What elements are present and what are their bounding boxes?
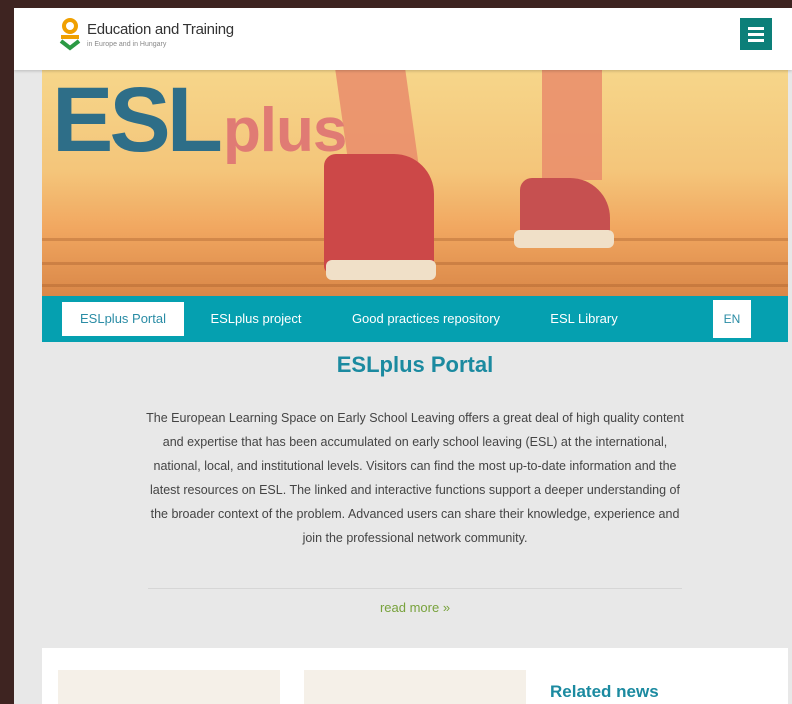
nav-item-eslplus-project[interactable]: ESLplus project — [196, 302, 316, 336]
main-navigation: ESLplus Portal ESLplus project Good prac… — [42, 296, 788, 342]
news-card-image[interactable] — [58, 670, 280, 704]
education-logo-icon[interactable] — [58, 18, 82, 52]
brand-esl-text: ESL — [52, 70, 223, 171]
page-title: ESLplus Portal — [336, 352, 494, 377]
nav-item-eslplus-portal[interactable]: ESLplus Portal — [62, 302, 184, 336]
language-selector[interactable]: EN — [713, 300, 751, 338]
read-more-link[interactable]: read more » — [42, 600, 788, 615]
logo-subtitle: in Europe and in Hungary — [87, 41, 167, 48]
browser-page: Education and Training in Europe and in … — [14, 8, 792, 704]
logo-title[interactable]: Education and Training — [87, 21, 234, 38]
nav-item-good-practices[interactable]: Good practices repository — [332, 302, 520, 336]
eslplus-brand-logo: ESLplus — [52, 74, 347, 166]
brand-plus-text: plus — [222, 96, 347, 165]
content-cards-strip: Related news — [42, 648, 788, 704]
divider — [148, 588, 682, 589]
sneaker-shape — [520, 178, 610, 238]
sneaker-shape — [324, 154, 434, 274]
related-news-heading[interactable]: Related news — [550, 682, 659, 702]
leg-shape — [542, 70, 602, 180]
hamburger-menu-button[interactable] — [740, 18, 772, 50]
site-header: Education and Training in Europe and in … — [14, 8, 792, 70]
news-card-image[interactable] — [304, 670, 526, 704]
hamburger-menu-icon — [748, 26, 764, 30]
leg-shape — [335, 70, 419, 165]
intro-paragraph: The European Learning Space on Early Sch… — [146, 411, 684, 545]
nav-item-esl-library[interactable]: ESL Library — [536, 302, 632, 336]
hero-banner: ESLplus — [42, 70, 788, 296]
